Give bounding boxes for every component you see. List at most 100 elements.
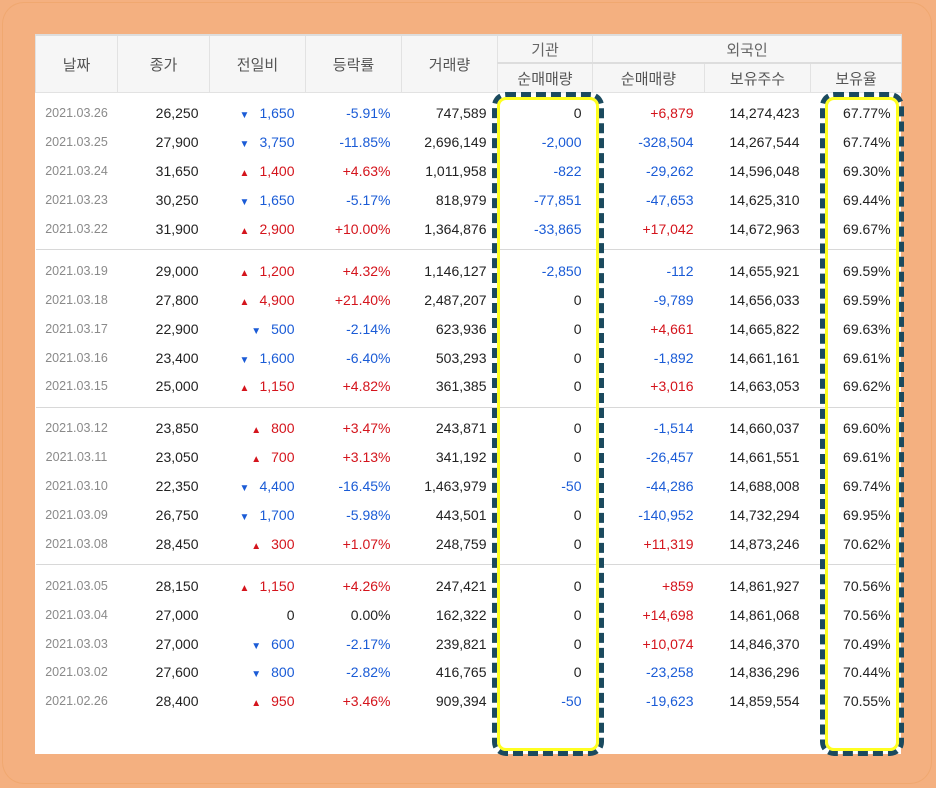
cell-shares: 14,274,423 [729, 105, 800, 122]
cell-shares: 14,873,246 [729, 535, 800, 552]
cell-foreign: +11,319 [643, 535, 694, 552]
cell-shares: 14,836,296 [729, 664, 800, 681]
cell-foreign: +17,042 [642, 221, 694, 237]
cell-volume: 248,759 [435, 535, 487, 552]
change-value: 600 [271, 635, 295, 652]
cell-close: 27,000 [155, 635, 199, 652]
cell-change: ▲ 4,900 [210, 285, 306, 314]
cell-change: ▼ 1,700 [210, 501, 306, 530]
cell-rate: -11.85% [339, 134, 391, 151]
cell-volume: 162,322 [435, 606, 487, 623]
cell-change: ▲ 950 [210, 687, 306, 716]
cell-close: 22,350 [155, 478, 199, 495]
change-value: 3,750 [259, 134, 295, 151]
cell-rate: +4.82% [342, 378, 391, 395]
cell-change: ▲ 2,900 [210, 215, 306, 244]
table-row: 2021.03.18 27,800 ▲ 4,900 +21.40% 2,487,207 0-… [36, 285, 902, 314]
cell-volume: 2,696,149 [424, 134, 487, 151]
triangle-up-icon: ▲ [239, 226, 250, 237]
cell-close: 26,250 [155, 105, 199, 122]
cell-shares: 14,859,554 [729, 693, 800, 710]
cell-foreign: -19,623 [646, 693, 694, 710]
triangle-down-icon: ▼ [239, 139, 250, 151]
cell-date: 2021.03.02 [45, 665, 108, 680]
cell-rate: -5.98% [346, 507, 391, 524]
cell-close: 22,900 [155, 320, 199, 337]
cell-close: 27,000 [155, 606, 199, 623]
cell-close: 23,050 [155, 449, 199, 466]
cell-volume: 247,421 [435, 577, 487, 594]
cell-shares: 14,661,161 [729, 349, 800, 366]
cell-shares: 14,665,822 [729, 320, 800, 337]
cell-date: 2021.03.05 [45, 578, 108, 593]
cell-close: 23,850 [155, 420, 199, 437]
cell-date: 2021.03.17 [45, 321, 108, 336]
cell-volume: 1,364,876 [424, 221, 487, 237]
change-value: 1,200 [259, 262, 295, 279]
cell-foreign: -47,653 [646, 192, 694, 209]
table-row: 2021.03.10 22,350 ▼ 4,400 -16.45% 1,463,979 -5… [36, 472, 902, 501]
cell-date: 2021.03.15 [45, 379, 108, 394]
cell-shares: 14,660,037 [729, 420, 800, 437]
cell-shares: 14,596,048 [729, 163, 800, 180]
cell-foreign: -140,952 [638, 507, 694, 524]
cell-change: ▲ 1,150 [210, 571, 306, 600]
cell-shares: 14,663,053 [729, 378, 800, 395]
cell-foreign: -1,514 [653, 420, 694, 437]
cell-date: 2021.03.03 [45, 636, 108, 651]
cell-shares: 14,625,310 [729, 192, 800, 209]
change-value: 1,600 [259, 349, 295, 366]
cell-volume: 623,936 [435, 320, 487, 337]
cell-shares: 14,732,294 [729, 507, 800, 524]
cell-shares: 14,861,927 [729, 577, 800, 594]
cell-rate: +3.46% [342, 693, 391, 710]
cell-change: ▼ 600 [210, 629, 306, 658]
cell-rate: +1.07% [342, 535, 391, 552]
change-value: 1,150 [259, 577, 295, 594]
cell-foreign: -112 [666, 262, 694, 279]
change-value: 1,650 [259, 105, 295, 122]
cell-change: ▼ 4,400 [210, 472, 306, 501]
cell-volume: 1,146,127 [424, 262, 487, 279]
trading-table-body: 2021.03.26 26,250 ▼ 1,650 -5.91% 747,589 0 +6,8… [35, 93, 902, 722]
cell-foreign: -1,892 [653, 349, 694, 366]
table-row: 2021.03.16 23,400 ▼ 1,600 -6.40% 503,293 0 -1,8… [36, 343, 902, 372]
cell-foreign: -44,286 [646, 478, 694, 495]
cell-rate: -5.17% [346, 192, 391, 209]
table-row: 2021.03.09 26,750 ▼ 1,700 -5.98% 443,501 0 -140… [36, 501, 902, 530]
cell-rate: +3.13% [342, 449, 391, 466]
cell-foreign: +3,016 [650, 378, 694, 395]
cell-date: 2021.03.09 [45, 508, 108, 523]
header-close: 종가 [117, 34, 210, 93]
table-row: 2021.03.19 29,000 ▲ 1,200 +4.32% 1,146,127 -2,… [36, 256, 902, 285]
cell-shares: 14,655,921 [729, 262, 800, 279]
cell-shares: 14,672,963 [729, 221, 800, 237]
cell-date: 2021.03.23 [45, 193, 108, 208]
cell-close: 31,650 [155, 163, 199, 180]
change-value: 1,400 [259, 163, 295, 180]
change-value: 1,150 [259, 378, 295, 395]
cell-date: 2021.03.04 [45, 607, 108, 622]
cell-rate: +4.26% [342, 577, 391, 594]
cell-change: ▲ 300 [210, 529, 306, 558]
triangle-up-icon: ▲ [239, 267, 250, 279]
cell-close: 30,250 [155, 192, 199, 209]
header-foreign: 외국인 [591, 34, 903, 64]
triangle-up-icon: ▲ [251, 425, 262, 437]
header-volume: 거래량 [401, 34, 498, 93]
cell-date: 2021.03.22 [45, 222, 108, 236]
table-row: 2021.03.04 27,000 0 0.00% 162,322 0 +14,698 14,… [36, 600, 902, 629]
cell-foreign: +6,879 [650, 105, 694, 122]
table-row: 2021.03.05 28,150 ▲ 1,150 +4.26% 247,421 0 +859… [36, 571, 902, 600]
cell-foreign: -29,262 [646, 163, 694, 180]
cell-rate: -2.14% [346, 320, 391, 337]
change-value: 2,900 [259, 221, 295, 237]
triangle-down-icon: ▼ [239, 512, 250, 524]
cell-change: ▲ 1,200 [210, 256, 306, 285]
cell-rate: +21.40% [334, 291, 391, 308]
cell-date: 2021.03.19 [45, 263, 108, 278]
cell-volume: 361,385 [435, 378, 487, 395]
table-row: 2021.03.15 25,000 ▲ 1,150 +4.82% 361,385 0 +3,0… [36, 372, 902, 401]
triangle-up-icon: ▲ [251, 454, 262, 466]
trading-table-panel: 날짜 종가 전일비 등락률 거래량 기관 외국인 순매매량 순매매량 보유주수 … [35, 34, 903, 754]
